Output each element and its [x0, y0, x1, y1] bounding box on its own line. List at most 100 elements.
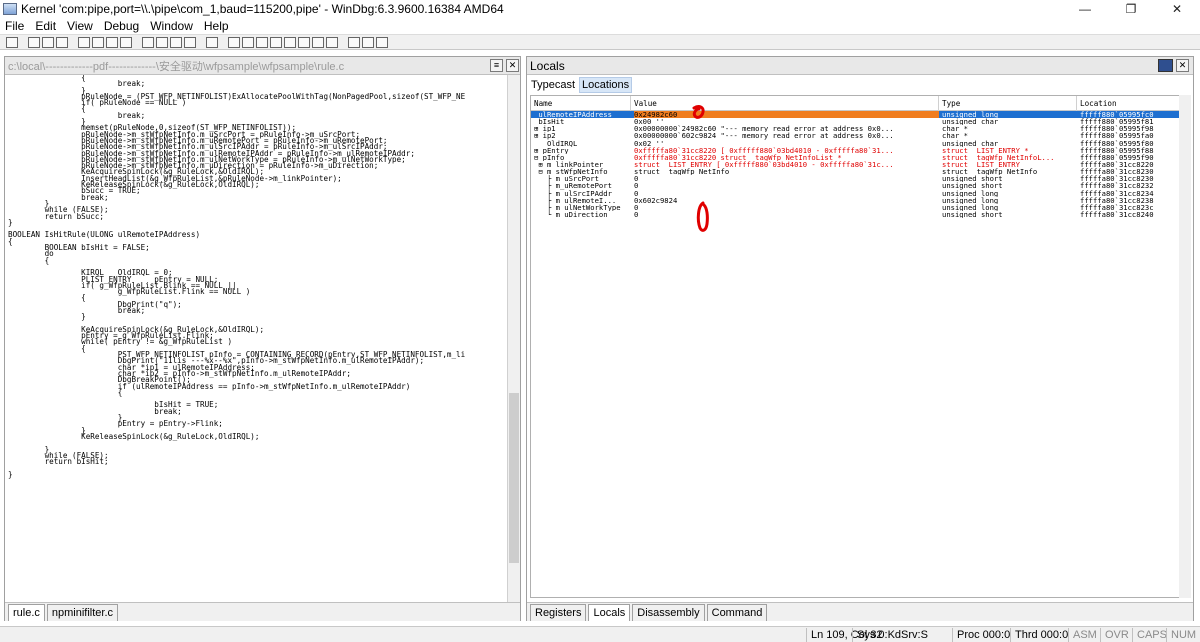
locals-row[interactable]: ⊟ pInfo 0xfffffa80`31cc8220 struct _tagWf… [531, 154, 1179, 161]
locals-close-button[interactable]: ✕ [1176, 59, 1189, 72]
red-annotation-mark-top [692, 105, 705, 119]
title-bar: Kernel 'com:pipe,port=\\.\pipe\com_1,bau… [0, 0, 1200, 18]
locations-button[interactable]: Locations [579, 76, 633, 93]
step-out-icon[interactable] [170, 36, 182, 48]
typecast-button[interactable]: Typecast [529, 78, 577, 92]
source-file-tabs: rule.c npminifilter.c [5, 602, 520, 621]
locals-row[interactable]: ├ m_uSrcPort 0 unsigned short fffffa80`31cc… [531, 175, 1179, 182]
locals-row[interactable]: ⊞ ip2 0x00000000`602c9824 "--- memory rea… [531, 132, 1179, 139]
call-stack-window-icon[interactable] [298, 36, 310, 48]
breakpoint-icon[interactable] [206, 36, 218, 48]
locals-row[interactable]: ⊞ ip1 0x00000000`24982c60 "--- memory rea… [531, 125, 1179, 132]
column-name-header[interactable]: Name [531, 96, 631, 111]
local-type-cell: unsigned long [942, 189, 999, 197]
column-value-header[interactable]: Value [631, 96, 939, 111]
source-options-button[interactable]: ≡ [490, 59, 503, 72]
menu-edit[interactable]: Edit [30, 19, 62, 33]
locals-row[interactable]: ⊟ m_stWfpNetInfo struct _tagWfp_NetInfo st… [531, 168, 1179, 175]
menu-file[interactable]: File [0, 19, 30, 33]
locals-row[interactable]: └ m_uDirection 0 unsigned short fffffa80`31… [531, 211, 1179, 218]
memory-window-icon[interactable] [284, 36, 296, 48]
local-value-cell: 0x02 '' [634, 139, 665, 147]
local-type-cell: unsigned long [942, 203, 999, 211]
copy-icon[interactable] [42, 36, 54, 48]
tab-npminifilter-c[interactable]: npminifilter.c [46, 604, 119, 621]
minimize-button[interactable]: — [1062, 0, 1108, 18]
local-location-cell: fffffa80`31cc8230 [1080, 168, 1154, 176]
go-icon[interactable] [78, 36, 90, 48]
locals-window-icon[interactable] [256, 36, 268, 48]
tab-command[interactable]: Command [706, 604, 768, 621]
tab-registers[interactable]: Registers [530, 604, 587, 621]
locals-vertical-scrollbar[interactable] [1179, 95, 1191, 598]
registers-window-icon[interactable] [270, 36, 282, 48]
dock-pin-icon[interactable] [1158, 59, 1173, 72]
tab-disassembly[interactable]: Disassembly [632, 604, 705, 621]
menu-debug[interactable]: Debug [99, 19, 145, 33]
column-location-header[interactable]: Location [1077, 96, 1179, 111]
local-type-cell: struct _LIST_ENTRY * [942, 146, 1029, 154]
local-name-cell: bIsHit [534, 118, 565, 126]
num-indicator: NUM [1166, 628, 1196, 642]
scratch-pad-icon[interactable] [326, 36, 338, 48]
local-location-cell: fffffa80`31cc8230 [1080, 175, 1154, 183]
local-location-cell: fffffa80`31cc823c [1080, 203, 1154, 211]
command-window-icon[interactable] [228, 36, 240, 48]
column-type-header[interactable]: Type [939, 96, 1077, 111]
locals-grid: Name Value Type Location ulRemoteIPAddre… [530, 95, 1180, 598]
locals-row[interactable]: ⊞ pEntry 0xfffffa80`31cc8220 [ 0xfffff880… [531, 147, 1179, 154]
local-value-cell: 0 [634, 203, 639, 211]
local-name-cell: ⊞ ip1 [534, 125, 556, 133]
step-into-icon[interactable] [142, 36, 154, 48]
local-name-cell: OldIRQL [534, 139, 578, 147]
local-type-cell: struct _tagWfp_NetInfo [942, 168, 1038, 176]
options-icon[interactable] [376, 36, 388, 48]
locals-row[interactable]: OldIRQL 0x02 '' unsigned char fffff880`0599… [531, 140, 1179, 147]
break-icon[interactable] [120, 36, 132, 48]
thread-status: Thrd 000:0 [1010, 628, 1068, 642]
source-mode-icon[interactable] [348, 36, 360, 48]
run-to-cursor-icon[interactable] [184, 36, 196, 48]
source-code-area[interactable]: { break; } pRuleNode = (PST_WFP_NETINFOL… [5, 75, 508, 603]
locals-window-header: Locals ✕ [527, 57, 1193, 75]
local-location-cell: fffffa80`31cc8232 [1080, 182, 1154, 190]
maximize-button[interactable]: ❐ [1108, 0, 1154, 18]
local-name-cell: ├ m_ulSrcIPAddr [534, 189, 612, 197]
session-status: Sys 0:KdSrv:S [852, 628, 928, 642]
restart-icon[interactable] [92, 36, 104, 48]
local-location-cell: fffff880`05995f88 [1080, 146, 1154, 154]
paste-icon[interactable] [56, 36, 68, 48]
local-name-cell: ⊞ m_linkPointer [534, 160, 604, 169]
local-location-cell: fffff880`05995f90 [1080, 153, 1154, 161]
cut-icon[interactable] [28, 36, 40, 48]
menu-view[interactable]: View [62, 19, 99, 33]
source-code-lines: { break; } pRuleNode = (PST_WFP_NETINFOL… [5, 75, 508, 478]
local-type-cell: unsigned long [942, 196, 999, 204]
locals-row[interactable]: ├ m_ulRemoteI... 0x602c9824 unsigned long f… [531, 197, 1179, 204]
locals-row[interactable]: ├ m_ulNetWorkType 0 unsigned long fffffa80`… [531, 204, 1179, 211]
source-close-button[interactable]: ✕ [506, 59, 519, 72]
tab-rule-c[interactable]: rule.c [8, 604, 45, 621]
locals-row[interactable]: ulRemoteIPAddress 0x24982c60 unsigned long… [531, 111, 1179, 119]
stop-debugging-icon[interactable] [106, 36, 118, 48]
locals-bottom-tabs: Registers Locals Disassembly Command [527, 602, 1193, 621]
open-icon[interactable] [6, 36, 18, 48]
source-vertical-scrollbar[interactable] [507, 75, 520, 603]
menu-help[interactable]: Help [199, 19, 235, 33]
local-value-cell: 0xfffffa80`31cc8220 struct _tagWfp_NetIn… [634, 153, 842, 161]
locals-row[interactable]: ├ m_ulSrcIPAddr 0 unsigned long fffffa80`31… [531, 190, 1179, 197]
local-type-cell: char * [942, 125, 968, 133]
menu-window[interactable]: Window [145, 19, 199, 33]
source-scrollbar-thumb[interactable] [509, 393, 519, 563]
locals-row[interactable]: bIsHit 0x00 '' unsigned char fffff880`05995… [531, 118, 1179, 125]
tab-locals[interactable]: Locals [588, 604, 631, 621]
watch-window-icon[interactable] [242, 36, 254, 48]
step-over-icon[interactable] [156, 36, 168, 48]
local-value-cell: struct _tagWfp_NetInfo [634, 168, 730, 176]
close-button[interactable]: ✕ [1154, 0, 1200, 18]
local-type-cell: unsigned short [942, 182, 1003, 190]
disassembly-window-icon[interactable] [312, 36, 324, 48]
font-icon[interactable] [362, 36, 374, 48]
locals-row[interactable]: ⊞ m_linkPointer struct _LIST_ENTRY [ 0xff… [531, 161, 1179, 168]
locals-row[interactable]: ├ m_uRemotePort 0 unsigned short fffffa80`3… [531, 182, 1179, 189]
